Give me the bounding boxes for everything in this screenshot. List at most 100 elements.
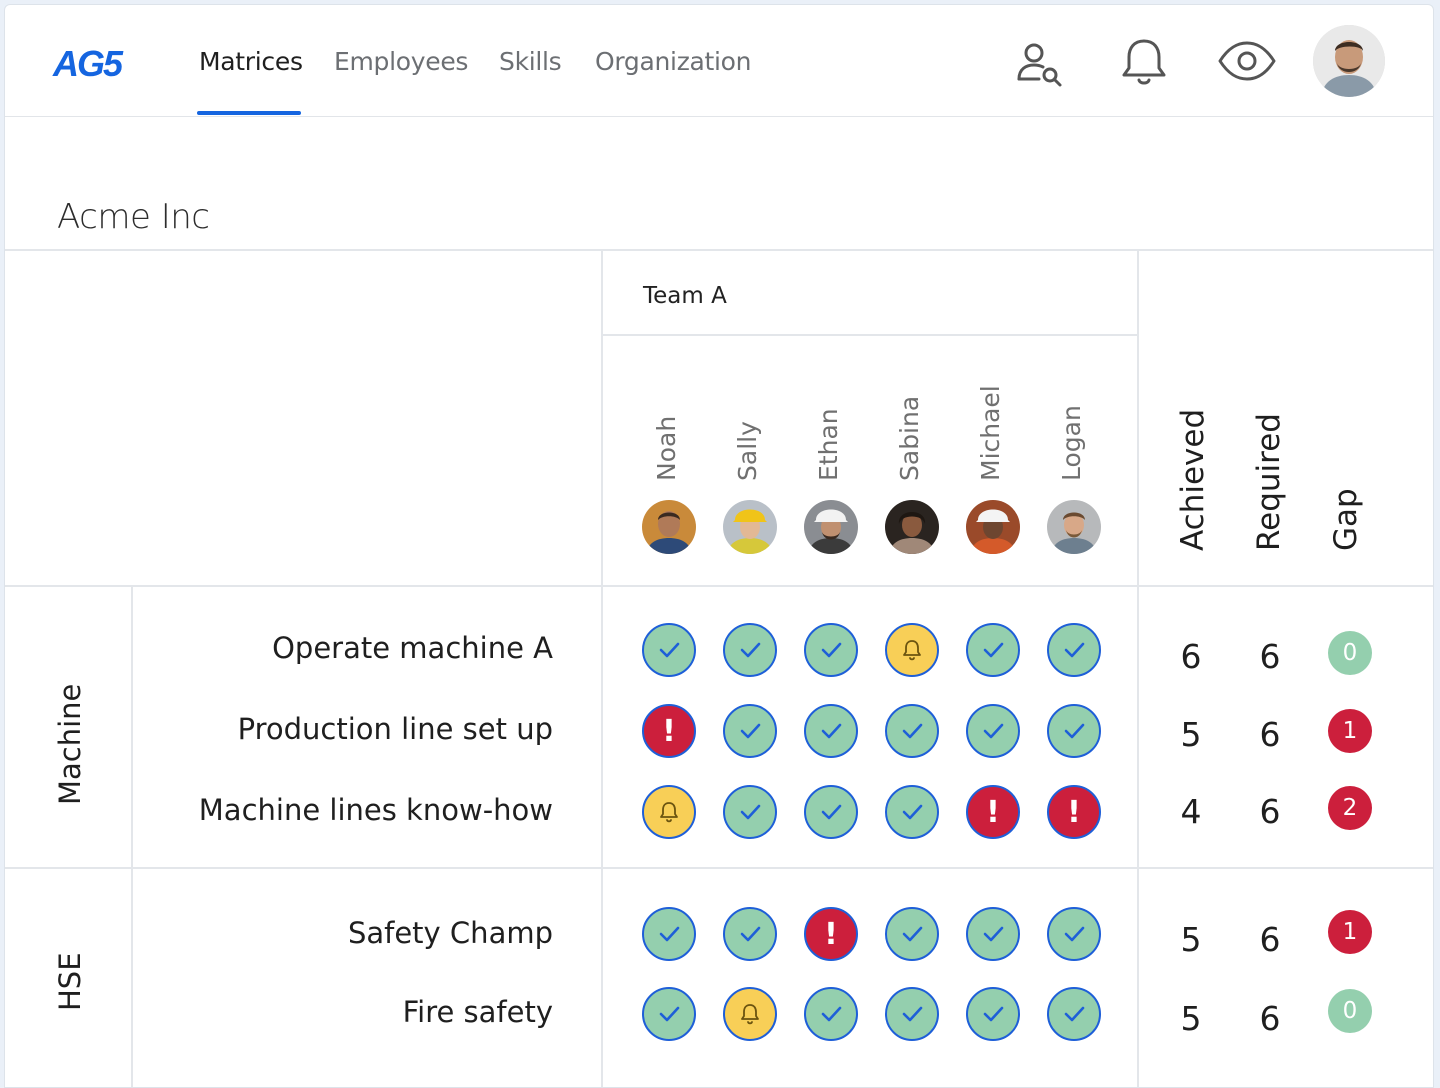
check-icon [659, 926, 680, 942]
skill-achieved-cell-michael[interactable] [966, 623, 1020, 677]
employee-avatar-sally[interactable] [723, 500, 777, 554]
user-search-icon[interactable] [1015, 39, 1065, 89]
tab-matrices[interactable]: Matrices [199, 47, 303, 76]
check-icon [821, 804, 842, 820]
divider [5, 249, 1433, 251]
skill-achieved-cell-logan[interactable] [1047, 623, 1101, 677]
exclamation-icon: ! [824, 916, 838, 952]
skill-missing-cell-michael[interactable]: ! [966, 785, 1020, 839]
tab-employees[interactable]: Employees [334, 47, 468, 76]
required-count: 6 [1259, 792, 1281, 831]
skill-achieved-cell-sally[interactable] [723, 623, 777, 677]
check-icon [1064, 926, 1085, 942]
user-avatar[interactable] [1313, 25, 1385, 97]
check-icon [821, 1006, 842, 1022]
skill-missing-cell-noah[interactable]: ! [642, 704, 696, 758]
achieved-count: 5 [1180, 920, 1202, 959]
skill-achieved-cell-ethan[interactable] [804, 623, 858, 677]
eye-icon[interactable] [1217, 39, 1277, 83]
check-icon [983, 1006, 1004, 1022]
divider [5, 867, 1433, 869]
ag5-logo[interactable]: AG5 [53, 43, 123, 85]
divider [1137, 249, 1139, 1087]
skill-label-operate-machine-a: Operate machine A [272, 631, 553, 665]
employee-avatar-michael[interactable] [966, 500, 1020, 554]
skill-expiring-cell-sally[interactable] [723, 987, 777, 1041]
active-tab-indicator [197, 111, 301, 115]
skill-label-safety-champ: Safety Champ [347, 916, 553, 950]
skill-label-fire-safety: Fire safety [402, 995, 553, 1029]
skill-achieved-cell-sabina[interactable] [885, 785, 939, 839]
required-count: 6 [1259, 920, 1281, 959]
bell-icon[interactable] [1119, 37, 1169, 89]
check-icon [659, 642, 680, 658]
check-icon [740, 723, 761, 739]
skill-achieved-cell-michael[interactable] [966, 907, 1020, 961]
skill-achieved-cell-michael[interactable] [966, 987, 1020, 1041]
employee-name-sabina: Sabina [895, 395, 924, 481]
group-label-hse: HSE [53, 952, 87, 1011]
gap-badge: 1 [1328, 910, 1372, 954]
achieved-count: 5 [1180, 999, 1202, 1038]
skill-label-machine-lines-know-how: Machine lines know-how [198, 793, 553, 827]
divider [131, 585, 133, 1087]
skill-achieved-cell-michael[interactable] [966, 704, 1020, 758]
app-window: AG5 Matrices Employees Skills Organizati… [4, 4, 1434, 1088]
skill-achieved-cell-ethan[interactable] [804, 704, 858, 758]
check-icon [1064, 1006, 1085, 1022]
skill-achieved-cell-sabina[interactable] [885, 704, 939, 758]
check-icon [659, 1006, 680, 1022]
employee-avatar-logan[interactable] [1047, 500, 1101, 554]
skill-achieved-cell-logan[interactable] [1047, 907, 1101, 961]
check-icon [1064, 642, 1085, 658]
exclamation-icon: ! [1067, 794, 1081, 830]
skill-achieved-cell-sabina[interactable] [885, 987, 939, 1041]
check-icon [740, 804, 761, 820]
skill-expiring-cell-sabina[interactable] [885, 623, 939, 677]
bell-icon [660, 802, 678, 823]
check-icon [983, 642, 1004, 658]
skill-missing-cell-ethan[interactable]: ! [804, 907, 858, 961]
employee-name-sally: Sally [733, 421, 762, 481]
skill-achieved-cell-logan[interactable] [1047, 987, 1101, 1041]
skill-achieved-cell-sally[interactable] [723, 907, 777, 961]
achieved-header: Achieved [1175, 408, 1211, 551]
required-count: 6 [1259, 999, 1281, 1038]
skill-missing-cell-logan[interactable]: ! [1047, 785, 1101, 839]
skill-achieved-cell-sabina[interactable] [885, 907, 939, 961]
divider [5, 585, 1433, 587]
employee-name-michael: Michael [976, 385, 1005, 481]
employee-avatar-ethan[interactable] [804, 500, 858, 554]
tab-organization[interactable]: Organization [595, 47, 752, 76]
skill-achieved-cell-ethan[interactable] [804, 785, 858, 839]
check-icon [740, 926, 761, 942]
check-icon [902, 723, 923, 739]
gap-header: Gap [1328, 488, 1364, 551]
check-icon [1064, 723, 1085, 739]
check-icon [821, 642, 842, 658]
check-icon [902, 804, 923, 820]
skill-label-production-line-set-up: Production line set up [237, 712, 553, 746]
gap-badge: 0 [1328, 989, 1372, 1033]
skill-achieved-cell-noah[interactable] [642, 987, 696, 1041]
employee-avatar-noah[interactable] [642, 500, 696, 554]
check-icon [902, 926, 923, 942]
tab-skills[interactable]: Skills [499, 47, 562, 76]
gap-badge: 0 [1328, 631, 1372, 675]
employee-avatar-sabina[interactable] [885, 500, 939, 554]
skill-achieved-cell-noah[interactable] [642, 907, 696, 961]
skill-achieved-cell-logan[interactable] [1047, 704, 1101, 758]
skill-achieved-cell-ethan[interactable] [804, 987, 858, 1041]
skill-achieved-cell-sally[interactable] [723, 785, 777, 839]
page-title: Acme Inc [57, 197, 210, 237]
required-count: 6 [1259, 715, 1281, 754]
employee-name-noah: Noah [652, 415, 681, 481]
check-icon [821, 723, 842, 739]
group-label-machine: Machine [53, 683, 87, 805]
divider [601, 249, 603, 1087]
employee-name-ethan: Ethan [814, 408, 843, 481]
required-header: Required [1251, 413, 1287, 551]
skill-achieved-cell-noah[interactable] [642, 623, 696, 677]
skill-expiring-cell-noah[interactable] [642, 785, 696, 839]
skill-achieved-cell-sally[interactable] [723, 704, 777, 758]
